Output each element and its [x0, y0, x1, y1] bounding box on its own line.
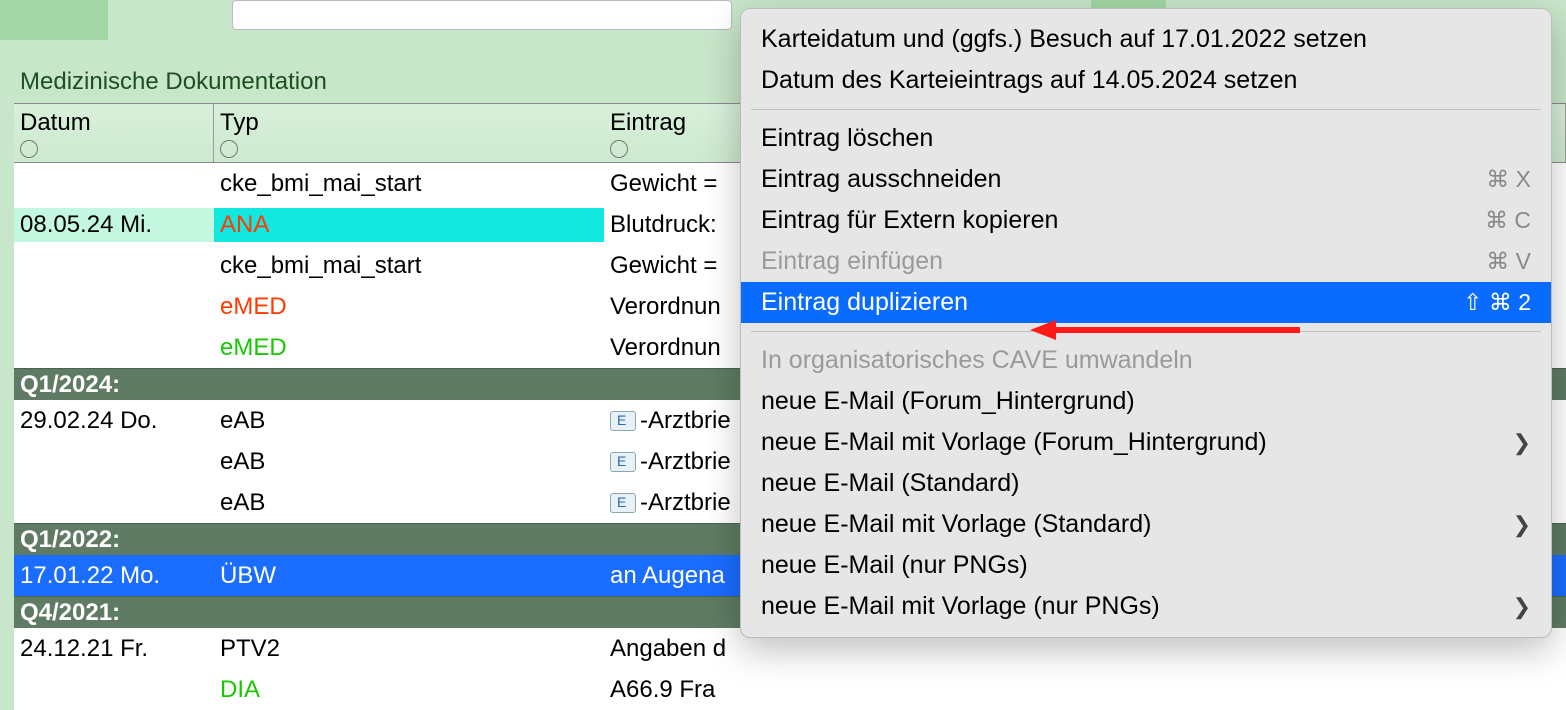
cell-typ: eAB: [214, 445, 604, 479]
table-row[interactable]: DIA A66.9 Fra: [14, 669, 1566, 710]
col-type-label: Typ: [220, 109, 259, 136]
menu-separator: [751, 109, 1541, 110]
cell-typ: eMED: [214, 290, 604, 324]
cell-typ: ANA: [214, 208, 604, 242]
cell-date: [14, 345, 214, 351]
shortcut: ⌘ V: [1486, 248, 1531, 275]
envelope-icon: [610, 411, 636, 431]
menu-label: Eintrag einfügen: [761, 247, 943, 276]
menu-label: neue E-Mail (Standard): [761, 469, 1019, 498]
col-type-radio[interactable]: [220, 140, 238, 158]
cell-entry-text: -Arztbrie: [640, 448, 731, 475]
col-date[interactable]: Datum: [14, 104, 214, 162]
menu-delete-entry[interactable]: Eintrag löschen: [741, 118, 1551, 159]
menu-label: neue E-Mail mit Vorlage (Standard): [761, 510, 1151, 539]
envelope-icon: [610, 493, 636, 513]
top-field[interactable]: [232, 0, 732, 30]
cell-typ: eMED: [214, 331, 604, 365]
cell-typ: eAB: [214, 404, 604, 438]
menu-label: neue E-Mail (nur PNGs): [761, 551, 1028, 580]
top-tab-left[interactable]: [0, 0, 108, 40]
cell-typ: ÜBW: [214, 559, 604, 593]
menu-label: Eintrag ausschneiden: [761, 165, 1001, 194]
menu-convert-cave: In organisatorisches CAVE umwandeln: [741, 340, 1551, 381]
shortcut: ⌘ C: [1485, 207, 1531, 234]
menu-label: Datum des Karteieintrags auf 14.05.2024 …: [761, 66, 1297, 95]
menu-label: Eintrag löschen: [761, 124, 933, 153]
menu-label: Eintrag für Extern kopieren: [761, 206, 1058, 235]
cell-typ: cke_bmi_mai_start: [214, 167, 604, 201]
cell-date: [14, 263, 214, 269]
menu-label: neue E-Mail mit Vorlage (nur PNGs): [761, 592, 1160, 621]
cell-date: [14, 687, 214, 693]
col-entry-label: Eintrag: [610, 109, 686, 136]
cell-typ: eAB: [214, 486, 604, 520]
menu-label: neue E-Mail mit Vorlage (Forum_Hintergru…: [761, 428, 1267, 457]
col-date-radio[interactable]: [20, 140, 38, 158]
context-menu: Karteidatum und (ggfs.) Besuch auf 17.01…: [740, 8, 1552, 638]
menu-paste-entry: Eintrag einfügen ⌘ V: [741, 241, 1551, 282]
cell-date: [14, 181, 214, 187]
cell-entry-text: -Arztbrie: [640, 489, 731, 516]
chevron-right-icon: ❯: [1513, 512, 1531, 538]
menu-set-karteidatum[interactable]: Karteidatum und (ggfs.) Besuch auf 17.01…: [741, 19, 1551, 60]
cell-date: [14, 304, 214, 310]
section-title: Medizinische Dokumentation: [20, 68, 327, 96]
cell-entry: A66.9 Fra: [604, 673, 1566, 707]
chevron-right-icon: ❯: [1513, 594, 1531, 620]
menu-separator: [751, 331, 1541, 332]
cell-date: 29.02.24 Do.: [14, 404, 214, 438]
shortcut: ⌘ X: [1486, 166, 1531, 193]
menu-email-standard-template[interactable]: neue E-Mail mit Vorlage (Standard) ❯: [741, 504, 1551, 545]
menu-label: In organisatorisches CAVE umwandeln: [761, 346, 1193, 375]
menu-email-png[interactable]: neue E-Mail (nur PNGs): [741, 545, 1551, 586]
col-type[interactable]: Typ: [214, 104, 604, 162]
menu-label: Eintrag duplizieren: [761, 288, 968, 317]
chevron-right-icon: ❯: [1513, 430, 1531, 456]
menu-cut-entry[interactable]: Eintrag ausschneiden ⌘ X: [741, 159, 1551, 200]
cell-date: 24.12.21 Fr.: [14, 632, 214, 666]
menu-email-png-template[interactable]: neue E-Mail mit Vorlage (nur PNGs) ❯: [741, 586, 1551, 627]
cell-date: 17.01.22 Mo.: [14, 559, 214, 593]
menu-email-forum[interactable]: neue E-Mail (Forum_Hintergrund): [741, 381, 1551, 422]
menu-email-forum-template[interactable]: neue E-Mail mit Vorlage (Forum_Hintergru…: [741, 422, 1551, 463]
cell-typ: PTV2: [214, 632, 604, 666]
cell-entry-text: -Arztbrie: [640, 407, 731, 434]
menu-email-standard[interactable]: neue E-Mail (Standard): [741, 463, 1551, 504]
col-date-label: Datum: [20, 109, 91, 136]
menu-duplicate-entry[interactable]: Eintrag duplizieren ⇧ ⌘ 2: [741, 282, 1551, 323]
cell-date: 08.05.24 Mi.: [14, 208, 214, 242]
cell-date: [14, 459, 214, 465]
cell-typ: cke_bmi_mai_start: [214, 249, 604, 283]
cell-date: [14, 500, 214, 506]
menu-label: neue E-Mail (Forum_Hintergrund): [761, 387, 1135, 416]
col-entry-radio[interactable]: [610, 140, 628, 158]
envelope-icon: [610, 452, 636, 472]
shortcut: ⇧ ⌘ 2: [1463, 289, 1531, 316]
cell-typ: DIA: [214, 673, 604, 707]
menu-label: Karteidatum und (ggfs.) Besuch auf 17.01…: [761, 25, 1367, 54]
menu-copy-extern[interactable]: Eintrag für Extern kopieren ⌘ C: [741, 200, 1551, 241]
menu-set-eintragsdatum[interactable]: Datum des Karteieintrags auf 14.05.2024 …: [741, 60, 1551, 101]
